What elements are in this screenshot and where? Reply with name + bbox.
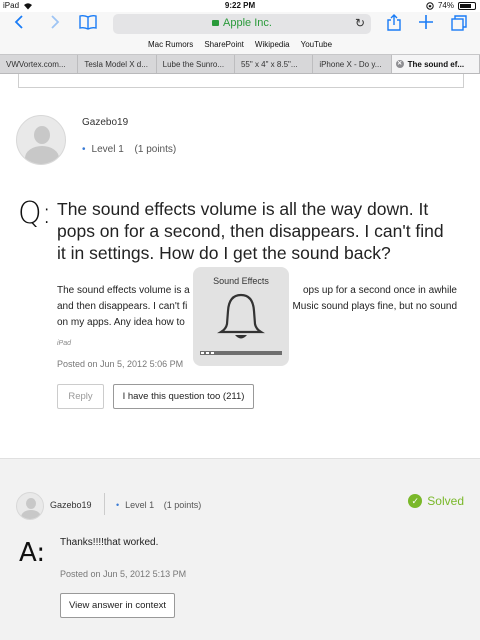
volume-segment-empty [271, 352, 274, 354]
bookmarks-icon[interactable] [77, 14, 99, 34]
reload-icon[interactable]: ↻ [355, 16, 365, 30]
bell-icon [217, 293, 265, 339]
bookmark-youtube[interactable]: YouTube [301, 40, 332, 54]
level-label: Level 1 [125, 500, 155, 510]
volume-hud: Sound Effects [193, 267, 289, 366]
battery-icon [458, 1, 476, 10]
question-author-level: • Level 1 (1 points) [82, 144, 177, 155]
bookmarks-bar: Mac Rumors SharePoint Wikipedia YouTube [0, 36, 480, 54]
question-body-line: and then disappears. I can't fi [57, 301, 188, 312]
same-question-button[interactable]: I have this question too (211) [113, 384, 254, 409]
volume-segment-empty [221, 352, 224, 354]
volume-segment-empty [241, 352, 244, 354]
view-answer-button[interactable]: View answer in context [60, 593, 175, 618]
content-frame [18, 74, 464, 88]
question-body-line: on my apps. Any idea how to [57, 317, 185, 328]
volume-segment-empty [231, 352, 234, 354]
volume-level-bar [200, 351, 282, 355]
clock: 9:22 PM [224, 1, 256, 10]
bookmark-mac-rumors[interactable]: Mac Rumors [148, 40, 193, 54]
question-author[interactable]: Gazebo19 [82, 117, 128, 128]
answer-body: Thanks!!!!that worked. [60, 537, 159, 548]
checkmark-icon: ✓ [408, 494, 423, 508]
divider [104, 493, 105, 515]
question-body-line: Music sound plays fine, but no sound [292, 301, 457, 312]
volume-segment-filled [206, 352, 209, 354]
question-body-line: The sound effects volume is a [57, 285, 190, 296]
browser-tab[interactable]: Lube the Sunro... [157, 55, 235, 73]
volume-segment-empty [256, 352, 259, 354]
points-label: (1 points) [163, 500, 202, 510]
battery-percent: 74% [437, 1, 454, 10]
points-label: (1 points) [134, 144, 177, 155]
avatar[interactable] [16, 115, 66, 165]
volume-segment-empty [236, 352, 239, 354]
volume-segment-empty [261, 352, 264, 354]
volume-segment-empty [226, 352, 229, 354]
browser-tab[interactable]: iPhone X - Do y... [313, 55, 392, 73]
browser-tab[interactable]: VWVortex.com... [0, 55, 79, 73]
back-icon[interactable] [8, 14, 30, 34]
active-tab-label: The sound ef... [407, 60, 465, 69]
reply-button[interactable]: Reply [57, 384, 104, 409]
browser-tab[interactable]: Tesla Model X d... [78, 55, 157, 73]
volume-segment-empty [266, 352, 269, 354]
answer-author-level: • Level 1 (1 points) [116, 500, 202, 510]
browser-tab-active[interactable]: ✕ The sound ef... [391, 55, 480, 73]
level-label: Level 1 [91, 144, 124, 155]
tab-bar: VWVortex.com... Tesla Model X d... Lube … [0, 54, 480, 74]
browser-tab[interactable]: 55" x 4" x 8.5"... [235, 55, 314, 73]
question-marker: Q: [18, 196, 52, 231]
volume-segment-empty [251, 352, 254, 354]
volume-segment-filled [211, 352, 214, 354]
solved-label: Solved [427, 494, 464, 508]
answer-posted-date: Posted on Jun 5, 2012 5:13 PM [60, 569, 187, 579]
answer-marker: A: [19, 538, 46, 568]
share-icon[interactable] [383, 14, 405, 34]
posted-from-device: iPad [57, 340, 72, 347]
browser-toolbar: Apple Inc. ↻ [0, 12, 480, 36]
address-bar[interactable]: Apple Inc. ↻ [113, 14, 371, 34]
volume-segment-empty [246, 352, 249, 354]
tabs-overview-icon[interactable] [448, 14, 470, 34]
status-bar: iPad 9:22 PM 74% [0, 0, 480, 12]
orientation-lock-icon [426, 1, 434, 10]
solved-badge: ✓ Solved [408, 494, 464, 508]
close-tab-icon[interactable]: ✕ [395, 60, 404, 68]
volume-segment-empty [276, 352, 279, 354]
new-tab-icon[interactable] [415, 14, 437, 34]
volume-segment-empty [216, 352, 219, 354]
answer-author[interactable]: Gazebo19 [50, 500, 92, 510]
bookmark-wikipedia[interactable]: Wikipedia [255, 40, 290, 54]
question-body-line: ops up for a second once in awhile [303, 285, 457, 296]
hud-title: Sound Effects [213, 276, 269, 286]
url-text: Apple Inc. [223, 17, 272, 29]
lock-icon [212, 20, 220, 26]
forward-icon[interactable] [44, 14, 66, 34]
question-posted-date: Posted on Jun 5, 2012 5:06 PM [57, 359, 184, 369]
question-title: The sound effects volume is all the way … [57, 199, 444, 263]
bookmark-sharepoint[interactable]: SharePoint [204, 40, 244, 54]
volume-segment-filled [201, 352, 204, 354]
answer-avatar[interactable] [16, 492, 44, 520]
